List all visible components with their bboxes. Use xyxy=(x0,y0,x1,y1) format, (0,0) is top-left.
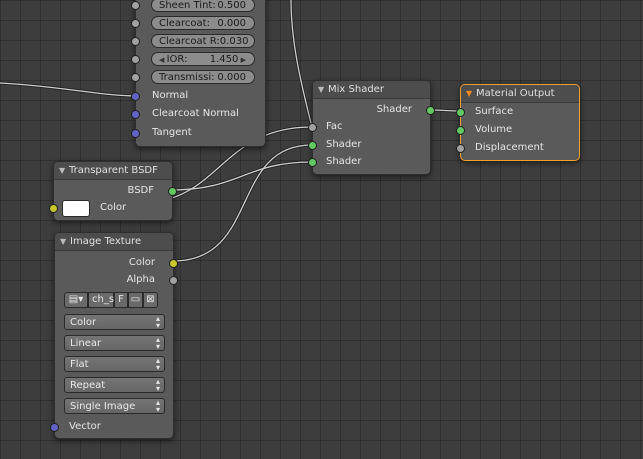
clearcoat-roughness-socket[interactable] xyxy=(131,37,140,46)
projection-dropdown[interactable]: Flat ▴ ▾ xyxy=(64,356,165,372)
normal-socket[interactable] xyxy=(131,92,140,101)
unlink-close-icon[interactable]: ⊠ xyxy=(143,292,158,308)
mix-shader-node[interactable]: ▼ Mix Shader Shader Fac Shader Shader xyxy=(308,80,435,175)
ior-value-text: 1.450 xyxy=(209,54,239,65)
clearcoat-roughness-field[interactable]: Clearcoat R: 0.030 xyxy=(151,34,255,48)
transmission-value: 0.000 xyxy=(217,72,246,83)
transparent-bsdf-title: Transparent BSDF xyxy=(69,165,158,176)
mix-shader-header[interactable]: ▼ Mix Shader xyxy=(313,81,430,99)
sheen-tint-socket[interactable] xyxy=(131,1,140,10)
vector-input-socket[interactable] xyxy=(50,423,59,432)
interpolation-dropdown[interactable]: Linear ▴ ▾ xyxy=(64,335,165,351)
source-dropdown[interactable]: Single Image ▴ ▾ xyxy=(64,398,165,414)
principled-bsdf-node[interactable]: Sheen Tint: 0.500 Clearcoat: 0.000 Clear… xyxy=(131,0,266,147)
clearcoat-socket[interactable] xyxy=(131,19,140,28)
mix-shader-title: Mix Shader xyxy=(328,84,384,95)
collapse-triangle-icon[interactable]: ▼ xyxy=(59,162,69,179)
collapse-triangle-icon[interactable]: ▼ xyxy=(60,233,70,250)
bsdf-output-socket[interactable] xyxy=(168,187,177,196)
shader2-input-label: Shader xyxy=(326,156,362,167)
link-left-to-normal xyxy=(0,81,140,98)
bsdf-output-label: BSDF xyxy=(127,185,154,196)
transparent-bsdf-node[interactable]: ▼ Transparent BSDF BSDF Color xyxy=(49,161,177,221)
extension-dropdown[interactable]: Repeat ▴ ▾ xyxy=(64,377,165,393)
alpha-output-socket[interactable] xyxy=(169,276,178,285)
vector-input-label: Vector xyxy=(69,421,101,432)
material-output-title: Material Output xyxy=(476,88,555,99)
transparent-bsdf-header[interactable]: ▼ Transparent BSDF xyxy=(54,162,172,180)
updown-arrows-icon: ▴ ▾ xyxy=(155,377,160,393)
color-space-value: Color xyxy=(70,317,97,328)
fac-input-label: Fac xyxy=(326,121,343,132)
shader1-input-label: Shader xyxy=(326,139,362,150)
tangent-input-label: Tangent xyxy=(152,127,192,138)
clearcoat-roughness-label: Clearcoat R: xyxy=(159,36,220,47)
source-value: Single Image xyxy=(70,401,136,412)
updown-arrows-icon: ▴ ▾ xyxy=(155,356,160,372)
color-output-socket[interactable] xyxy=(169,259,178,268)
clearcoat-field[interactable]: Clearcoat: 0.000 xyxy=(151,16,255,30)
sheen-tint-label: Sheen Tint: xyxy=(159,0,216,11)
collapse-triangle-icon[interactable]: ▼ xyxy=(466,85,476,102)
image-browser: ▤▾ ch_s F ▭ ⊠ xyxy=(64,292,158,308)
color-swatch[interactable] xyxy=(62,200,90,217)
shader2-input-socket[interactable] xyxy=(308,158,317,167)
material-output-node[interactable]: ▼ Material Output Surface Volume Displace… xyxy=(456,84,580,161)
shader1-input-socket[interactable] xyxy=(308,141,317,150)
clearcoat-normal-input-label: Clearcoat Normal xyxy=(152,108,239,119)
ior-socket[interactable] xyxy=(131,55,140,64)
image-texture-title: Image Texture xyxy=(70,236,142,247)
updown-arrows-icon: ▴ ▾ xyxy=(155,398,160,414)
volume-input-label: Volume xyxy=(475,124,513,135)
sheen-tint-value: 0.500 xyxy=(217,0,246,11)
clearcoat-roughness-value: 0.030 xyxy=(219,36,249,47)
link-bsdf-to-shader2 xyxy=(170,160,313,192)
transmission-socket[interactable] xyxy=(131,73,140,82)
interpolation-value: Linear xyxy=(70,338,102,349)
displacement-input-socket[interactable] xyxy=(456,144,465,153)
clearcoat-label: Clearcoat: xyxy=(159,18,210,29)
color-input-label: Color xyxy=(100,202,127,213)
surface-input-socket[interactable] xyxy=(456,108,465,117)
fac-input-socket[interactable] xyxy=(308,123,317,132)
image-texture-node[interactable]: ▼ Image Texture Color Alpha ▤▾ ch_s F ▭ ⊠… xyxy=(50,232,178,439)
link-color-to-shader1 xyxy=(172,143,313,263)
shader-output-socket[interactable] xyxy=(426,106,435,115)
updown-arrows-icon: ▴ ▾ xyxy=(155,314,160,330)
displacement-input-label: Displacement xyxy=(475,142,544,153)
collapse-triangle-icon[interactable]: ▼ xyxy=(318,81,328,98)
transmission-label: Transmissi: xyxy=(159,72,215,83)
tangent-socket[interactable] xyxy=(131,129,140,138)
extension-value: Repeat xyxy=(70,380,106,391)
shader-output-label: Shader xyxy=(376,104,412,115)
transmission-field[interactable]: Transmissi: 0.000 xyxy=(151,70,255,84)
material-output-header[interactable]: ▼ Material Output xyxy=(461,85,579,103)
updown-arrows-icon: ▴ ▾ xyxy=(155,335,160,351)
clearcoat-normal-socket[interactable] xyxy=(131,110,140,119)
ior-label: ◀ IOR: xyxy=(159,53,187,65)
sheen-tint-field[interactable]: Sheen Tint: 0.500 xyxy=(151,0,255,12)
image-name-field[interactable]: ch_s xyxy=(88,292,114,308)
normal-input-label: Normal xyxy=(152,90,189,101)
image-texture-header[interactable]: ▼ Image Texture xyxy=(55,233,173,251)
increment-arrow-icon[interactable]: ▶ xyxy=(238,56,246,64)
projection-value: Flat xyxy=(70,359,89,370)
alpha-output-label: Alpha xyxy=(126,274,155,285)
open-folder-icon[interactable]: ▭ xyxy=(128,292,143,308)
decrement-arrow-icon[interactable]: ◀ xyxy=(159,56,167,64)
color-space-dropdown[interactable]: Color ▴ ▾ xyxy=(64,314,165,330)
ior-field[interactable]: ◀ IOR: 1.450 ▶ xyxy=(151,52,255,66)
surface-input-label: Surface xyxy=(475,106,514,117)
color-input-socket[interactable] xyxy=(49,204,58,213)
image-browse-icon[interactable]: ▤▾ xyxy=(64,292,88,308)
fake-user-button[interactable]: F xyxy=(114,292,128,308)
link-top-to-fac xyxy=(289,0,314,128)
ior-value: 1.450 ▶ xyxy=(210,53,246,65)
ior-label-text: IOR: xyxy=(166,54,188,65)
clearcoat-value: 0.000 xyxy=(217,18,246,29)
volume-input-socket[interactable] xyxy=(456,126,465,135)
color-output-label: Color xyxy=(128,257,155,268)
